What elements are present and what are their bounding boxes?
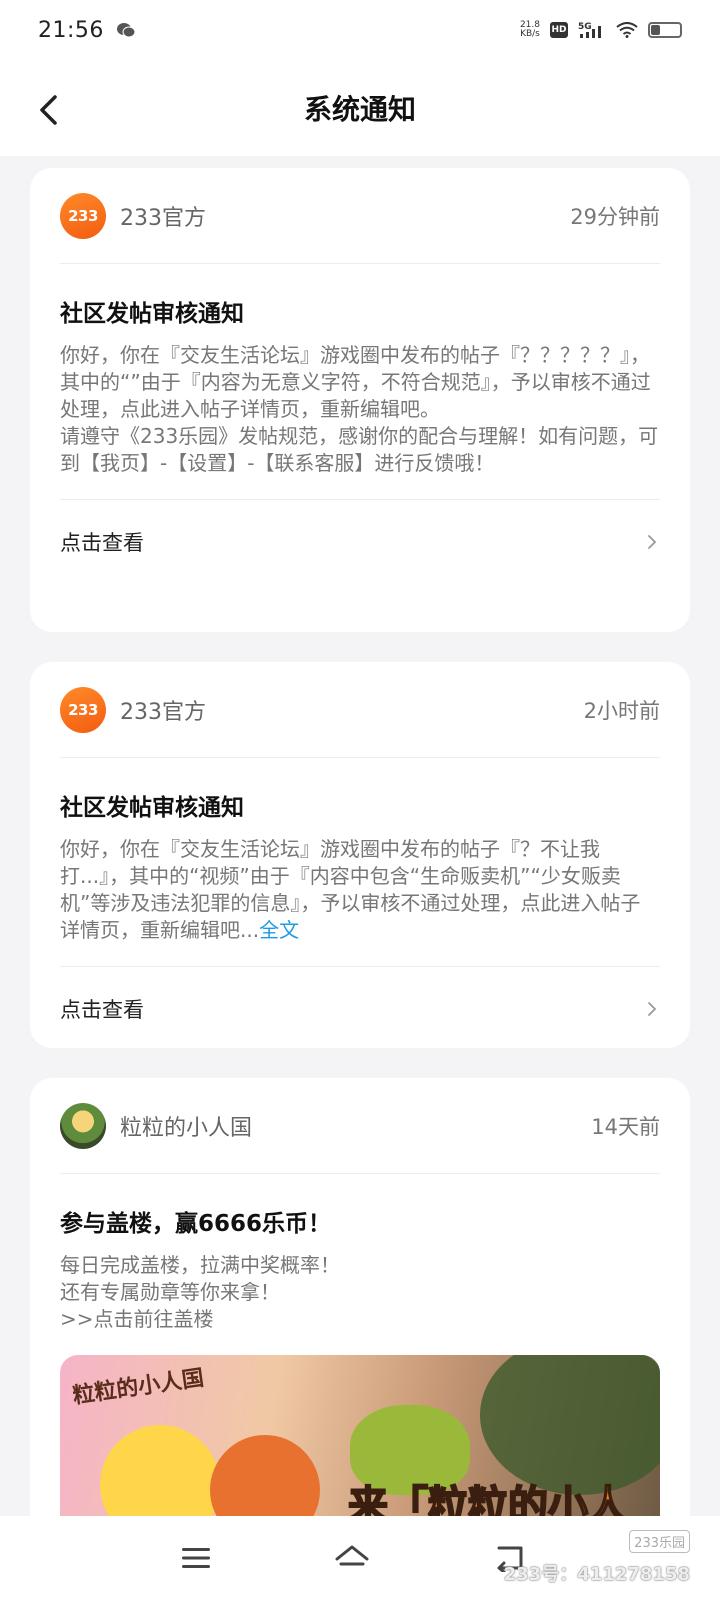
watermark-id: 233号：411278158: [503, 1564, 690, 1585]
notification-card[interactable]: 233 233官方 2小时前 社区发帖审核通知 你好，你在『交友生活论坛』游戏圈…: [30, 662, 690, 1048]
notification-card[interactable]: 233 233官方 29分钟前 社区发帖审核通知 你好，你在『交友生活论坛』游戏…: [30, 168, 690, 632]
wifi-icon: [616, 22, 638, 38]
view-label: 点击查看: [60, 530, 144, 555]
view-label: 点击查看: [60, 997, 144, 1022]
status-bar: 21:56 21.8 KB/s HD 5G: [0, 0, 720, 60]
timestamp: 2小时前: [583, 698, 660, 723]
battery-icon: [648, 22, 682, 38]
view-link[interactable]: 点击查看: [60, 499, 660, 583]
timestamp: 14天前: [591, 1114, 660, 1139]
wechat-icon: [116, 23, 136, 38]
card-header: 233 233官方 2小时前: [60, 662, 660, 758]
sender-name[interactable]: 粒粒的小人国: [120, 1110, 252, 1142]
hd-icon: HD: [550, 22, 568, 38]
svg-text:5G: 5G: [578, 22, 592, 32]
notification-body[interactable]: 你好，你在『交友生活论坛』游戏圈中发布的帖子『？？？？？』，其中的“”由于『内容…: [60, 342, 660, 477]
avatar[interactable]: [60, 1102, 106, 1149]
notification-title: 社区发帖审核通知: [60, 301, 244, 327]
avatar[interactable]: 233: [60, 192, 106, 239]
promo-banner[interactable]: 粒粒的小人国 来「粒粒的小人国」: [60, 1355, 660, 1535]
menu-icon: [182, 1548, 210, 1568]
chevron-left-icon: [40, 95, 57, 125]
page-title: 系统通知: [303, 93, 416, 126]
status-time: 21:56: [38, 17, 104, 43]
net-speed: 21.8 KB/s: [520, 21, 540, 39]
card-header: 233 233官方 29分钟前: [60, 168, 660, 264]
full-text-link[interactable]: 全文: [259, 918, 299, 942]
view-link[interactable]: 点击查看: [60, 966, 660, 1050]
notification-body-text: 你好，你在『交友生活论坛』游戏圈中发布的帖子『？不让我打...』，其中的“视频”…: [60, 837, 641, 942]
chevron-right-icon: [648, 1001, 657, 1016]
watermark-logo: 233乐园: [629, 1530, 690, 1553]
chevron-right-icon: [648, 534, 657, 549]
notification-card[interactable]: 粒粒的小人国 14天前 参与盖楼，赢6666乐币！ 每日完成盖楼，拉满中奖概率！…: [30, 1078, 690, 1535]
notification-body[interactable]: 每日完成盖楼，拉满中奖概率！ 还有专属勋章等你来拿！ >>点击前往盖楼: [60, 1252, 660, 1333]
page-header: 系统通知: [0, 60, 720, 156]
home-icon: [335, 1545, 369, 1566]
menu-button[interactable]: [176, 1538, 216, 1578]
status-indicators: 21.8 KB/s HD 5G: [520, 21, 682, 39]
sender-name[interactable]: 233官方: [120, 694, 206, 726]
home-button[interactable]: [332, 1538, 372, 1578]
card-header: 粒粒的小人国 14天前: [60, 1078, 660, 1174]
timestamp: 29分钟前: [570, 204, 660, 229]
net-speed-unit: KB/s: [520, 29, 540, 39]
banner-logo: 粒粒的小人国: [71, 1365, 206, 1410]
notification-title: 社区发帖审核通知: [60, 795, 244, 821]
back-button[interactable]: [28, 90, 68, 130]
signal-icon: 5G: [578, 22, 601, 38]
system-nav-bar: [0, 1516, 720, 1600]
notification-body[interactable]: 你好，你在『交友生活论坛』游戏圈中发布的帖子『？不让我打...』，其中的“视频”…: [60, 836, 660, 944]
notification-title: 参与盖楼，赢6666乐币！: [60, 1211, 332, 1237]
avatar[interactable]: 233: [60, 686, 106, 733]
sender-name[interactable]: 233官方: [120, 200, 206, 232]
